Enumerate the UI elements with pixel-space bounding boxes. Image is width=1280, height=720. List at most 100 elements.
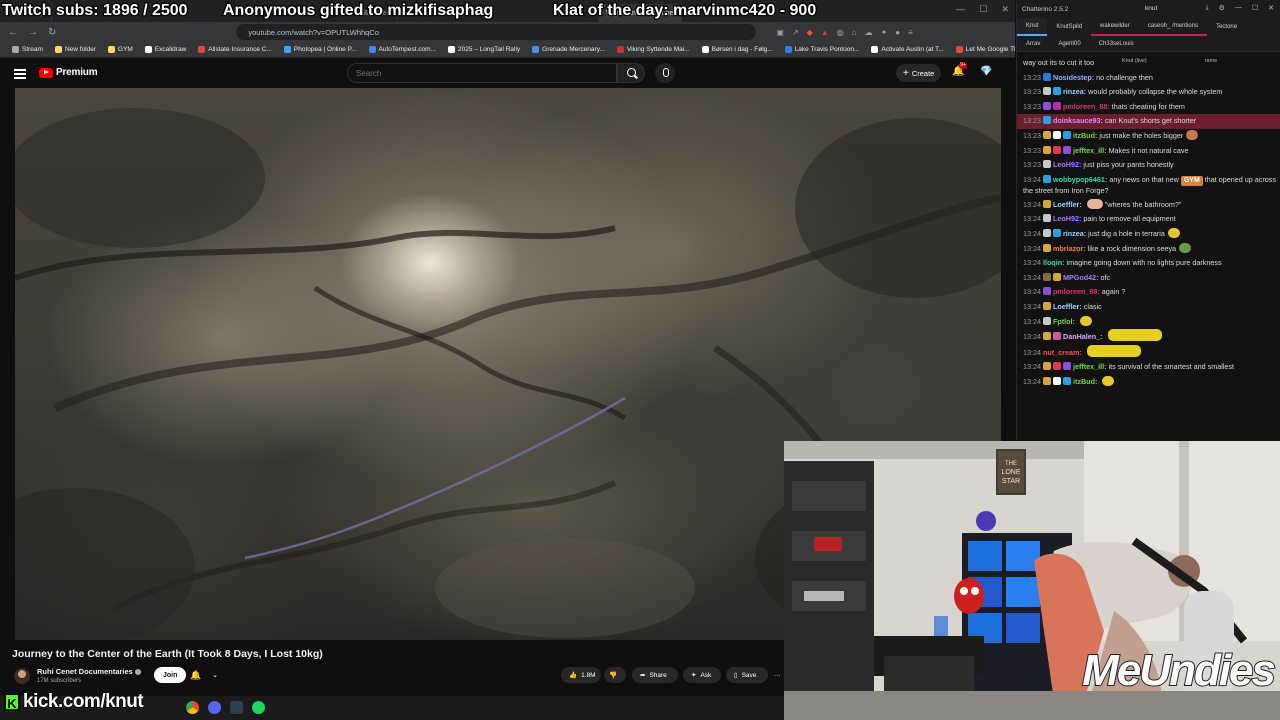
chat-badge-icon[interactable] (1043, 376, 1051, 385)
chat-username[interactable]: pmloreen_88: (1053, 287, 1100, 296)
chat-badge-icon[interactable] (1053, 376, 1061, 385)
chat-username[interactable]: itzBud: (1073, 131, 1097, 140)
chat-badge-icon[interactable] (1053, 362, 1061, 371)
minimize-icon[interactable]: — (1235, 4, 1242, 12)
create-button[interactable]: + Create (896, 64, 942, 82)
chat-badge-icon[interactable] (1053, 87, 1061, 96)
voice-search-icon[interactable] (655, 63, 675, 83)
close-icon[interactable]: ✕ (1001, 4, 1009, 15)
chat-tab[interactable]: caseoh_ /mentions (1138, 18, 1208, 36)
settings-gear-icon[interactable]: ⚙ (1219, 4, 1225, 12)
chat-badge-icon[interactable] (1043, 332, 1051, 341)
chat-username[interactable]: jefftex_ill: (1073, 146, 1107, 155)
chat-badge-icon[interactable] (1063, 130, 1071, 139)
bookmark-item[interactable]: New folder (49, 46, 102, 53)
chat-badge-icon[interactable] (1043, 116, 1051, 125)
bookmark-item[interactable]: Excalidraw (139, 46, 192, 53)
bookmark-item[interactable]: Activate Austin (at T... (865, 46, 949, 53)
account-avatar[interactable]: 💎 (980, 66, 992, 78)
search-button[interactable] (617, 63, 645, 83)
chat-badge-icon[interactable] (1043, 287, 1051, 296)
chat-username[interactable]: mbriazor: (1053, 244, 1086, 253)
chat-badge-icon[interactable] (1043, 362, 1051, 371)
chat-tab[interactable]: wakewilder (1091, 18, 1139, 36)
share-button[interactable]: ➦ Share (632, 667, 678, 683)
chat-badge-icon[interactable] (1043, 228, 1051, 237)
like-button[interactable]: 👍 1.8M (561, 667, 601, 683)
chat-username[interactable]: pmloreen_88: (1063, 102, 1110, 111)
chat-badge-icon[interactable] (1043, 87, 1051, 96)
bookmark-item[interactable]: Let Me Google That (950, 46, 1015, 53)
join-button[interactable]: Join (154, 667, 187, 683)
extension-icon[interactable]: ▣ (776, 28, 784, 37)
chat-badge-icon[interactable] (1043, 130, 1051, 139)
dislike-button[interactable]: 👎 (604, 667, 626, 683)
chat-username[interactable]: nut_cream: (1043, 348, 1082, 357)
chat-badge-icon[interactable] (1043, 101, 1051, 110)
maximize-icon[interactable]: ☐ (1252, 4, 1258, 12)
bookmark-item[interactable]: Allstate Insurance C... (192, 46, 278, 53)
bookmark-item[interactable]: Stream (6, 46, 49, 53)
chat-username[interactable]: DanHalen_: (1063, 332, 1103, 341)
chat-badge-icon[interactable] (1043, 72, 1051, 81)
chat-badge-icon[interactable] (1063, 362, 1071, 371)
bookmark-item[interactable]: Viking Syttende Mai... (611, 46, 696, 53)
chat-username[interactable]: itzBud: (1073, 377, 1097, 386)
youtube-logo[interactable]: Premium (39, 67, 98, 78)
chat-badge-icon[interactable] (1043, 145, 1051, 154)
extension-icon[interactable]: ⌂ (852, 28, 857, 37)
bookmark-item[interactable]: Børsen i dag - Følg... (696, 46, 779, 53)
chat-tab[interactable]: KnutSpild (1047, 18, 1091, 36)
bookmark-item[interactable]: AutoTempest.com... (363, 46, 442, 53)
reload-icon[interactable]: ↻ (48, 27, 56, 38)
channel-name[interactable]: Ruhi Cenet Documentaries (37, 667, 141, 676)
chat-tab[interactable]: Agent00 (1049, 36, 1089, 52)
chat-badge-icon[interactable] (1043, 243, 1051, 252)
chat-badge-icon[interactable] (1053, 272, 1061, 281)
chat-username[interactable]: wobbypop6461: (1053, 175, 1107, 184)
bookmark-item[interactable]: 2025 – LongTail Rally (442, 46, 526, 53)
chat-username[interactable]: Loeffler: (1053, 200, 1082, 209)
bookmark-item[interactable]: Photopea | Online P... (278, 46, 363, 53)
extension-icon[interactable]: ▲ (821, 28, 829, 37)
bookmark-item[interactable]: GYM (102, 46, 139, 53)
search-input[interactable] (347, 63, 617, 83)
chat-username[interactable]: rinzea: (1063, 229, 1086, 238)
close-icon[interactable]: ✕ (1268, 4, 1274, 12)
chat-username[interactable]: jefftex_ill: (1073, 362, 1107, 371)
chat-username[interactable]: Nosidestep: (1053, 73, 1094, 82)
save-button[interactable]: ▯ Save (726, 667, 768, 683)
chatterino-icon[interactable] (230, 701, 243, 714)
chat-tab[interactable]: Arrav (1017, 36, 1049, 52)
minimize-icon[interactable]: — (956, 4, 965, 15)
forward-icon[interactable]: → (28, 27, 38, 38)
chat-username[interactable]: Loeffler: (1053, 302, 1082, 311)
chat-tab[interactable]: Ch33seLouis (1090, 36, 1143, 52)
download-icon[interactable]: ⤓ (1205, 4, 1208, 12)
subscribe-bell-button[interactable]: 🔔 ⌄ (186, 667, 222, 683)
chat-username[interactable]: LeoH92: (1053, 160, 1081, 169)
chat-badge-icon[interactable] (1043, 160, 1051, 169)
chat-username[interactable]: doinksauce93: (1053, 116, 1103, 125)
chat-badge-icon[interactable] (1053, 101, 1061, 110)
chat-username[interactable]: lloqin: (1043, 258, 1065, 267)
chat-badge-icon[interactable] (1043, 301, 1051, 310)
chrome-icon[interactable] (186, 701, 199, 714)
chat-badge-icon[interactable] (1063, 145, 1071, 154)
more-actions-button[interactable]: ··· (771, 667, 785, 683)
discord-icon[interactable] (208, 701, 221, 714)
extension-icon[interactable]: ☁ (865, 28, 873, 37)
chat-badge-icon[interactable] (1043, 316, 1051, 325)
chat-badge-icon[interactable] (1053, 332, 1061, 341)
bookmark-item[interactable]: Lake Travis Pontoon... (779, 46, 866, 53)
url-field[interactable]: youtube.com/watch?v=OPUTLWhhqCo (236, 24, 757, 40)
chat-badge-icon[interactable] (1063, 376, 1071, 385)
profile-icon[interactable]: ● (895, 28, 900, 37)
chat-badge-icon[interactable] (1053, 145, 1061, 154)
hamburger-menu-icon[interactable] (14, 69, 26, 79)
channel-avatar[interactable] (14, 668, 30, 684)
chat-badge-icon[interactable] (1053, 130, 1061, 139)
chat-username[interactable]: rinzea: (1063, 87, 1086, 96)
bookmark-item[interactable]: Grenade Mercenary... (526, 46, 611, 53)
chat-username[interactable]: MPGod42: (1063, 273, 1099, 282)
